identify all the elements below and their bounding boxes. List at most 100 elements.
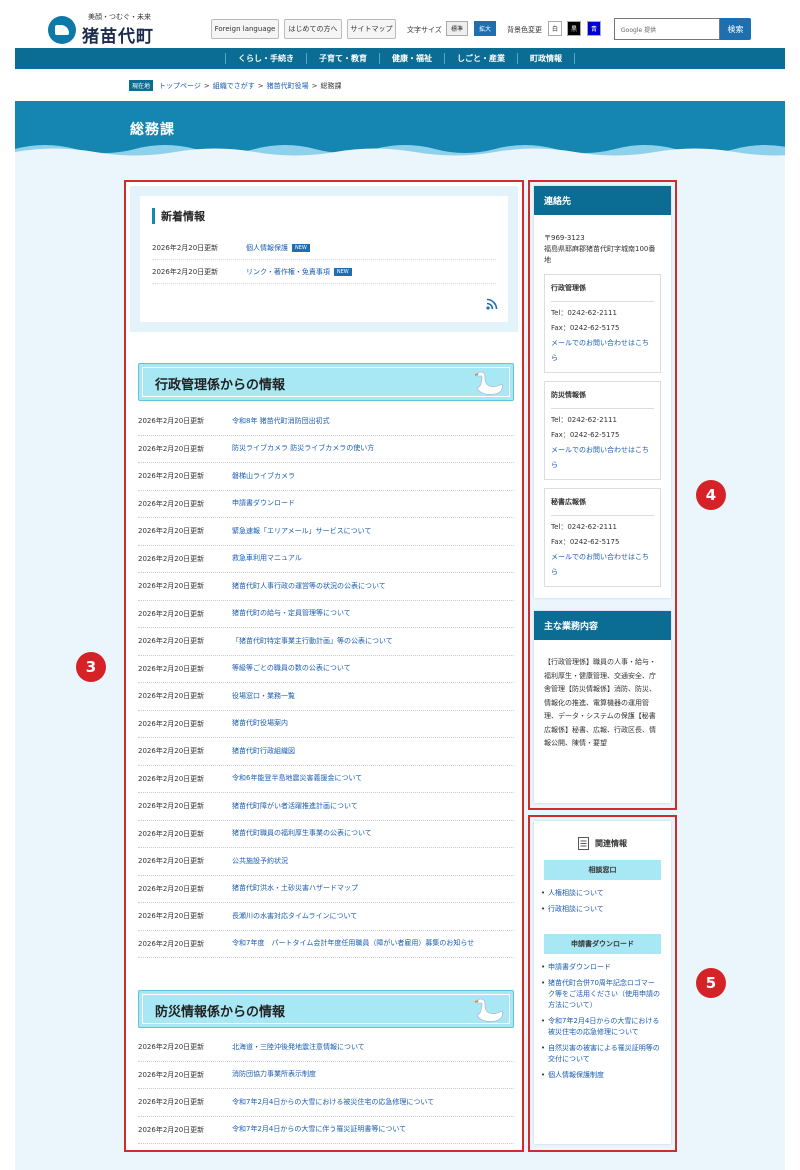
item-link[interactable]: 猪苗代町人事行政の運営等の状況の公表について <box>232 581 386 592</box>
bg-black-button[interactable]: 黒 <box>567 21 581 36</box>
related-link[interactable]: 令和7年2月4日からの大雪における被災住宅の応急修理について <box>548 1017 659 1036</box>
item-link[interactable]: 公共施設予約状況 <box>232 856 288 867</box>
mail-link[interactable]: メールでのお問い合わせはこちら <box>551 446 649 469</box>
item-link[interactable]: 北海道・三陸沖後発地震注意情報について <box>232 1042 365 1053</box>
item-link[interactable]: 「猪苗代町特定事業主行動計画」等の公表について <box>232 636 393 647</box>
breadcrumb-link[interactable]: 組織でさがす <box>213 81 255 91</box>
item-link[interactable]: 令和7年2月4日からの大雪に伴う罹災証明書等について <box>232 1124 406 1135</box>
news-item: 2026年2月20日更新 個人情報保護 NEW <box>152 236 496 260</box>
related-link[interactable]: 個人情報保護制度 <box>548 1071 604 1079</box>
search-input[interactable]: Google 提供 <box>614 18 720 40</box>
foreign-language-button[interactable]: Foreign language <box>211 19 279 39</box>
related-sidebar: 関連情報 相談窓口 人権相談について 行政相談について 申請書ダウンロード 申請… <box>528 815 677 1152</box>
nav-item-living[interactable]: くらし・手続き <box>225 53 307 64</box>
item-date: 2026年2月20日更新 <box>138 554 205 563</box>
item-link[interactable]: 猪苗代町障がい者活躍推進計画について <box>232 801 358 812</box>
section-header: 行政管理係からの情報 <box>138 363 514 401</box>
item-date: 2026年2月20日更新 <box>138 912 205 921</box>
item-link[interactable]: 緊急速報「エリアメール」サービスについて <box>232 526 371 537</box>
info-list: 2026年2月20日更新 北海道・三陸沖後発地震注意情報について 2026年2月20… <box>138 1034 514 1144</box>
sitemap-button[interactable]: サイトマップ <box>347 19 396 39</box>
address: 福島県耶麻郡猪苗代町字城南100番地 <box>544 245 656 264</box>
duties-card: 主な業務内容 【行政管理係】職員の人事・給与・福利厚生・健康管理、交通安全、庁舎… <box>534 611 671 803</box>
news-title: 新着情報 <box>152 208 496 224</box>
logo-mark-icon <box>48 15 76 44</box>
news-link[interactable]: リンク・著作権・免責事項 <box>246 267 330 277</box>
contact-sidebar: 連絡先 〒969-3123 福島県耶麻郡猪苗代町字城南100番地 行政管理係 T… <box>528 180 677 810</box>
wave-decoration-icon <box>15 145 785 157</box>
breadcrumb: 現在地 トップページ > 組織でさがす > 猪苗代町役場 > 総務課 <box>129 80 342 91</box>
item-link[interactable]: 長瀬川の水害対応タイムラインについて <box>232 911 357 922</box>
related-link[interactable]: 申請書ダウンロード <box>548 963 611 971</box>
related-link[interactable]: 人権相談について <box>548 889 604 897</box>
item-link[interactable]: 役場窓口・業務一覧 <box>232 691 295 702</box>
nav-item-admin[interactable]: 町政情報 <box>518 53 575 64</box>
list-item: 2026年2月20日更新 令和6年能登半島地震災害義援金について <box>138 766 514 793</box>
rss-icon[interactable] <box>486 298 498 310</box>
item-link[interactable]: 消防団協力事業所表示制度 <box>232 1069 316 1080</box>
related-link[interactable]: 猪苗代町合併70周年記念ロゴマーク等をご活用ください（使用申請の方法について） <box>548 979 660 1009</box>
list-item: 2026年2月20日更新 公共施設予約状況 <box>138 848 514 876</box>
item-link[interactable]: 猪苗代町洪水・土砂災害ハザードマップ <box>232 883 358 894</box>
list-item: 2026年2月20日更新 猪苗代町行政組織図 <box>138 738 514 766</box>
item-link[interactable]: 救急車利用マニュアル <box>232 553 302 564</box>
font-large-button[interactable]: 拡大 <box>474 21 496 36</box>
site-logo[interactable]: 美顔・つむぐ・未来 猪苗代町 <box>48 12 154 47</box>
item-link[interactable]: 令和7年2月4日からの大雪における被災住宅の応急修理について <box>232 1097 434 1108</box>
info-list: 2026年2月20日更新 令和8年 猪苗代町消防団出初式 2026年2月20日更新防… <box>138 408 514 958</box>
swan-icon <box>474 998 503 1022</box>
item-link[interactable]: 猪苗代町行政組織図 <box>232 746 295 757</box>
list-item: 2026年2月20日更新 猪苗代町障がい者活躍推進計画について <box>138 793 514 821</box>
nav-item-work[interactable]: しごと・産業 <box>445 53 518 64</box>
item-link[interactable]: 令和8年 猪苗代町消防団出初式 <box>232 416 330 427</box>
list-item: 2026年2月20日更新 令和7年2月4日からの大雪に伴う罹災証明書等について <box>138 1117 514 1144</box>
news-link[interactable]: 個人情報保護 <box>246 243 288 253</box>
nav-item-health[interactable]: 健康・福祉 <box>380 53 445 64</box>
item-date: 2026年2月20日更新 <box>138 1070 205 1079</box>
swan-icon <box>474 371 503 395</box>
dept-card: 秘書広報係 Tel：0242-62-2111 Fax：0242-62-5175 … <box>544 488 661 587</box>
item-date: 2026年2月20日更新 <box>138 582 205 591</box>
breadcrumb-link[interactable]: 猪苗代町役場 <box>267 81 309 91</box>
bg-white-button[interactable]: 白 <box>548 21 562 36</box>
dept-card: 行政管理係 Tel：0242-62-2111 Fax：0242-62-5175 … <box>544 274 661 373</box>
list-item: 2026年2月20日更新 北海道・三陸沖後発地震注意情報について <box>138 1034 514 1062</box>
item-link[interactable]: 猪苗代町の給与・定員管理等について <box>232 608 351 619</box>
search-button[interactable]: 検索 <box>720 18 751 40</box>
nav-item-childcare[interactable]: 子育て・教育 <box>307 53 380 64</box>
list-item: 2026年2月20日更新 猪苗代町人事行政の運営等の状況の公表について <box>138 573 514 601</box>
list-item: 2026年2月20日更新 長瀬川の水害対応タイムラインについて <box>138 903 514 931</box>
list-item: 2026年2月20日更新 猪苗代町洪水・土砂災害ハザードマップ <box>138 876 514 903</box>
list-item: 2026年2月20日更新 猪苗代町役場案内 <box>138 711 514 738</box>
item-date: 2026年2月20日更新 <box>138 664 205 673</box>
postal-code: 〒969-3123 <box>544 234 585 242</box>
related-link[interactable]: 行政相談について <box>548 905 604 913</box>
item-date: 2026年2月20日更新 <box>138 939 205 948</box>
duties-title: 主な業務内容 <box>534 611 671 640</box>
list-item: 2026年2月20日更新 猪苗代町職員の福利厚生事業の公表について <box>138 821 514 848</box>
list-item: 2026年2月20日更新 猪苗代町の給与・定員管理等について <box>138 601 514 628</box>
item-link[interactable]: 猪苗代町役場案内 <box>232 718 288 729</box>
first-visit-button[interactable]: はじめての方へ <box>284 19 342 39</box>
font-standard-button[interactable]: 標準 <box>446 21 468 36</box>
item-link[interactable]: 防災ライブカメラ 防災ライブカメラの使い方 <box>232 443 374 454</box>
item-link[interactable]: 令和7年度 パートタイム会計年度任用職員（障がい者雇用）募集のお知らせ <box>232 938 474 949</box>
item-date: 2026年2月20日更新 <box>138 829 205 838</box>
item-link[interactable]: 等級等ごとの職員の数の公表について <box>232 663 351 674</box>
list-item: 2026年2月20日更新 磐梯山ライブカメラ <box>138 463 514 491</box>
item-date: 2026年2月20日更新 <box>138 527 205 536</box>
breadcrumb-link[interactable]: トップページ <box>159 81 201 91</box>
list-item: 2026年2月20日更新 「猪苗代町特定事業主行動計画」等の公表について <box>138 628 514 656</box>
item-link[interactable]: 猪苗代町職員の福利厚生事業の公表について <box>232 828 372 839</box>
bg-blue-button[interactable]: 青 <box>587 21 601 36</box>
item-link[interactable]: 申請書ダウンロード <box>232 498 295 509</box>
bg-color-label: 背景色変更 <box>507 26 542 34</box>
mail-link[interactable]: メールでのお問い合わせはこちら <box>551 339 649 362</box>
list-item: 2026年2月20日更新 令和8年 猪苗代町消防団出初式 <box>138 408 514 436</box>
item-date: 2026年2月20日更新 <box>138 692 205 701</box>
item-link[interactable]: 令和6年能登半島地震災害義援金について <box>232 773 362 784</box>
item-date: 2026年2月20日更新 <box>138 884 205 893</box>
item-link[interactable]: 磐梯山ライブカメラ <box>232 471 295 482</box>
related-link[interactable]: 自然災害の被害による罹災証明等の交付について <box>548 1044 660 1063</box>
mail-link[interactable]: メールでのお問い合わせはこちら <box>551 553 649 576</box>
